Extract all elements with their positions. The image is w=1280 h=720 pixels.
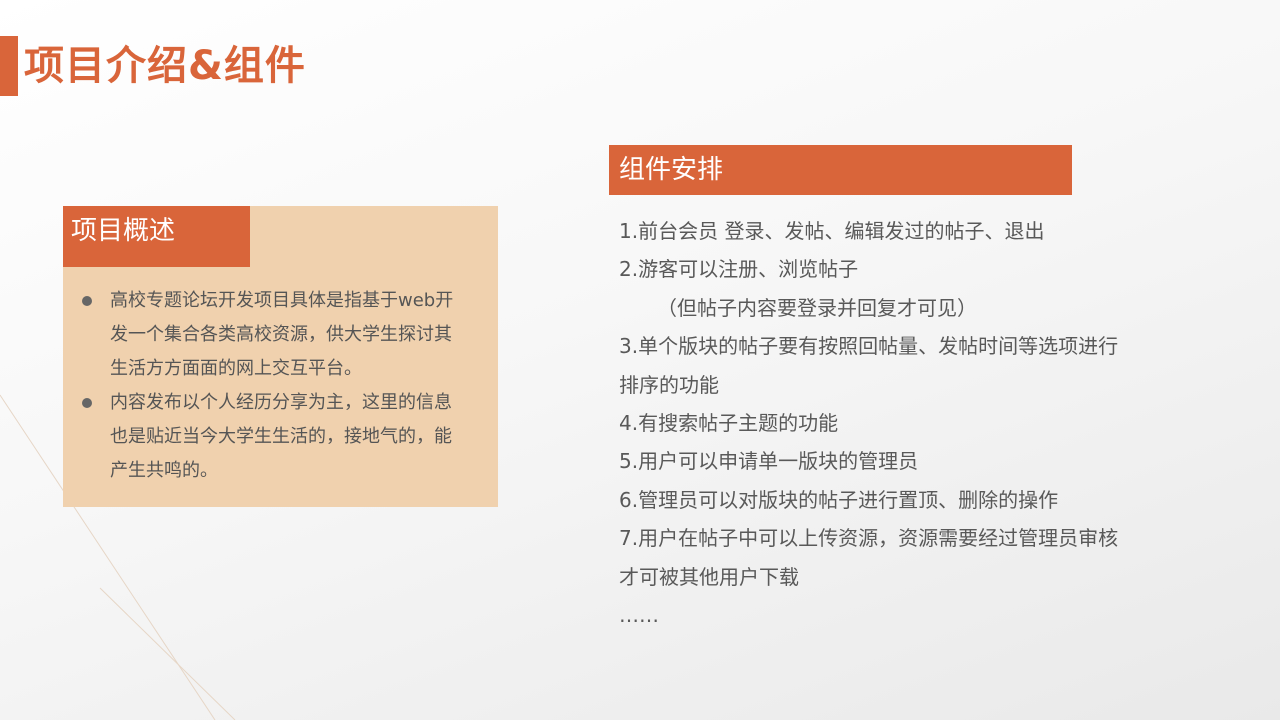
bullet-line: 发一个集合各类高校资源，供大学生探讨其 — [110, 324, 452, 345]
bullet-dot-icon — [82, 296, 92, 306]
components-item: 5.用户可以申请单一版块的管理员 — [619, 449, 919, 474]
overview-heading: 项目概述 — [63, 206, 250, 267]
bullet-line: 产生共鸣的。 — [110, 460, 218, 481]
components-item-continuation: 排序的功能 — [619, 372, 719, 397]
bullet-line: 高校专题论坛开发项目具体是指基于web开 — [110, 290, 454, 311]
components-item: 3.单个版块的帖子要有按照回帖量、发帖时间等选项进行 — [619, 334, 1119, 359]
overview-bullet-item: 内容发布以个人经历分享为主，这里的信息 也是贴近当今大学生生活的，接地气的，能 … — [63, 386, 498, 488]
overview-bullet-list: 高校专题论坛开发项目具体是指基于web开 发一个集合各类高校资源，供大学生探讨其… — [63, 284, 498, 488]
components-item: 6.管理员可以对版块的帖子进行置顶、删除的操作 — [619, 487, 1059, 512]
components-item-continuation: 才可被其他用户下载 — [619, 564, 799, 589]
bullet-line: 内容发布以个人经历分享为主，这里的信息 — [110, 392, 452, 413]
components-item: 7.用户在帖子中可以上传资源，资源需要经过管理员审核 — [619, 526, 1119, 551]
bullet-line: 也是贴近当今大学生生活的，接地气的，能 — [110, 426, 452, 447]
components-ellipsis: …… — [619, 603, 659, 628]
components-item: 1.前台会员 登录、发帖、编辑发过的帖子、退出 — [619, 219, 1045, 243]
bullet-dot-icon — [82, 398, 92, 408]
components-item: 4.有搜索帖子主题的功能 — [619, 411, 839, 436]
bullet-line: 生活方方面面的网上交互平台。 — [110, 358, 362, 379]
overview-bullet-item: 高校专题论坛开发项目具体是指基于web开 发一个集合各类高校资源，供大学生探讨其… — [63, 284, 498, 386]
title-accent-bar — [0, 36, 18, 96]
components-list: 1.前台会员 登录、发帖、编辑发过的帖子、退出 2.游客可以注册、浏览帖子 （但… — [619, 212, 1179, 634]
components-item-note: （但帖子内容要登录并回复才可见） — [657, 295, 977, 320]
page-title: 项目介绍&组件 — [24, 43, 306, 89]
components-heading: 组件安排 — [609, 145, 1072, 195]
overview-panel: 项目概述 高校专题论坛开发项目具体是指基于web开 发一个集合各类高校资源，供大… — [63, 206, 498, 507]
components-item: 2.游客可以注册、浏览帖子 — [619, 257, 859, 282]
